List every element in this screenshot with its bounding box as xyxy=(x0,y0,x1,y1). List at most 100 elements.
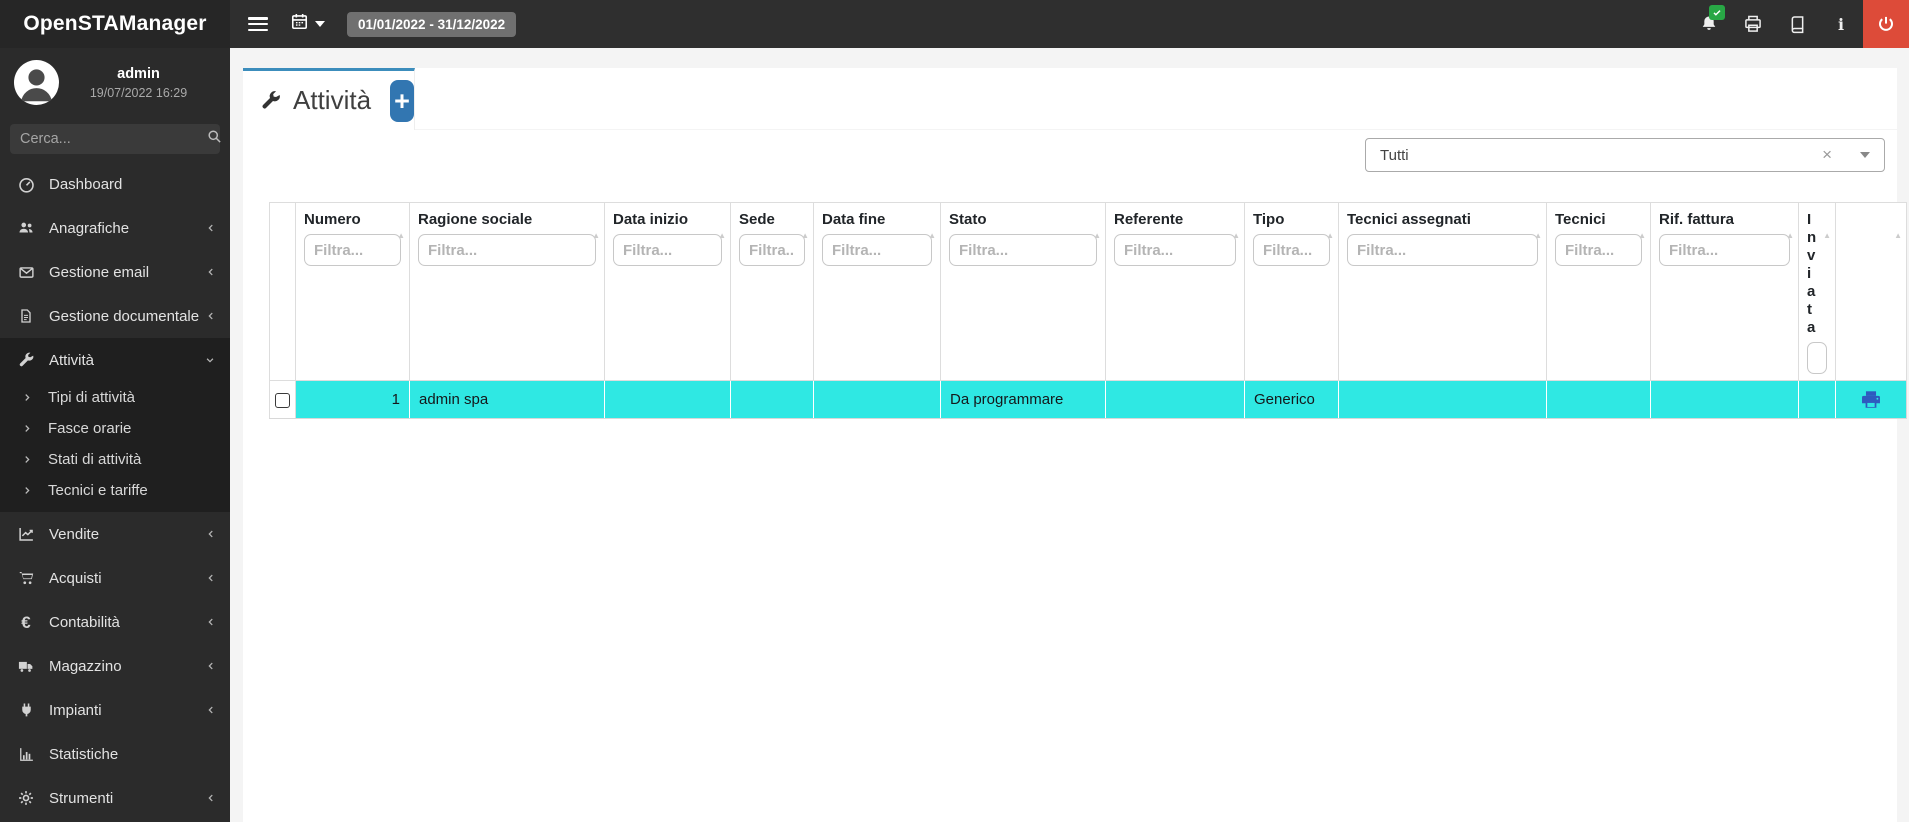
period-picker[interactable] xyxy=(290,12,325,36)
column-header-tecnici_assegnati[interactable]: Tecnici assegnati ▲ xyxy=(1338,202,1547,381)
column-label: Referente xyxy=(1114,211,1184,228)
select-chevron-down-icon xyxy=(1860,152,1870,158)
sidebar-item-contabilita[interactable]: € Contabilità xyxy=(0,600,230,644)
date-range-badge[interactable]: 01/01/2022 - 31/12/2022 xyxy=(347,11,517,37)
cart-icon xyxy=(15,569,37,587)
column-header-actions[interactable]: ▲ xyxy=(1835,202,1907,381)
sidebar-subitem-tecnici-e-tariffe[interactable]: Tecnici e tariffe xyxy=(0,475,230,506)
sidebar-item-label: Attività xyxy=(49,351,95,369)
sidebar-item-label: Contabilità xyxy=(49,613,120,631)
column-label: Rif. fattura xyxy=(1659,211,1734,228)
column-header-rif_fattura[interactable]: Rif. fattura ▲ xyxy=(1650,202,1799,381)
notifications-bell-icon[interactable] xyxy=(1687,0,1731,48)
docs-book-icon[interactable] xyxy=(1775,0,1819,48)
sort-asc-icon: ▲ xyxy=(1232,231,1240,240)
info-icon[interactable]: i xyxy=(1819,0,1863,48)
wrench-icon xyxy=(259,89,282,112)
chevron-left-icon xyxy=(206,572,216,584)
sidebar-item-statistiche[interactable]: Statistiche xyxy=(0,732,230,776)
sidebar-item-anagrafiche[interactable]: Anagrafiche xyxy=(0,206,230,250)
table-row[interactable]: 1 admin spa Da programmare Generico xyxy=(269,380,1907,419)
search-icon[interactable] xyxy=(207,129,222,149)
sidebar-item-vendite[interactable]: Vendite xyxy=(0,512,230,556)
app-logo[interactable]: OpenSTAManager xyxy=(0,0,230,48)
column-label: Tipo xyxy=(1253,211,1285,228)
sidebar-toggle-hamburger-icon[interactable] xyxy=(248,17,268,31)
sidebar-item-impianti[interactable]: Impianti xyxy=(0,688,230,732)
column-header-referente[interactable]: Referente ▲ xyxy=(1105,202,1245,381)
sidebar-item-gestione-email[interactable]: Gestione email xyxy=(0,250,230,294)
filter-input-stato[interactable] xyxy=(949,234,1097,266)
envelope-icon xyxy=(15,264,37,281)
tab-attivita[interactable]: Attività + xyxy=(243,68,415,130)
sidebar-item-strumenti[interactable]: Strumenti xyxy=(0,776,230,820)
attivita-card: Attività + Tutti × Numero▲Ragione social… xyxy=(243,68,1907,822)
sort-asc-icon: ▲ xyxy=(1894,231,1902,240)
sidebar-item-dashboard[interactable]: Dashboard xyxy=(0,162,230,206)
sort-asc-icon: ▲ xyxy=(1823,231,1831,240)
column-header-data_fine[interactable]: Data fine ▲ xyxy=(813,202,941,381)
row-checkbox[interactable] xyxy=(275,392,290,408)
filter-input-ragione_sociale[interactable] xyxy=(418,234,596,266)
column-header-tecnici[interactable]: Tecnici ▲ xyxy=(1546,202,1651,381)
filter-input-referente[interactable] xyxy=(1114,234,1236,266)
chevron-left-icon xyxy=(206,266,216,278)
chevron-down-icon xyxy=(204,355,216,365)
filter-input-inviata[interactable] xyxy=(1807,342,1827,374)
sidebar-item-magazzino[interactable]: Magazzino xyxy=(0,644,230,688)
column-header-ragione_sociale[interactable]: Ragione sociale ▲ xyxy=(409,202,605,381)
column-header-stato[interactable]: Stato ▲ xyxy=(940,202,1106,381)
sidebar-subitem-label: Stati di attività xyxy=(48,451,142,468)
filter-input-data_fine[interactable] xyxy=(822,234,932,266)
filter-input-numero[interactable] xyxy=(304,234,401,266)
print-icon[interactable] xyxy=(1731,0,1775,48)
filter-input-tecnici[interactable] xyxy=(1555,234,1642,266)
sort-asc-icon: ▲ xyxy=(397,231,405,240)
logout-power-icon[interactable] xyxy=(1863,0,1909,48)
row-print-icon[interactable] xyxy=(1859,389,1883,411)
sidebar-item-label: Impianti xyxy=(49,701,102,719)
cell-sede xyxy=(730,380,814,419)
state-filter-select[interactable]: Tutti × xyxy=(1365,138,1885,172)
sort-asc-icon: ▲ xyxy=(1326,231,1334,240)
filter-input-rif_fattura[interactable] xyxy=(1659,234,1790,266)
cell-referente xyxy=(1105,380,1245,419)
sidebar-item-label: Dashboard xyxy=(49,175,123,193)
user-panel: admin 19/07/2022 16:29 xyxy=(0,48,230,115)
chevron-left-icon xyxy=(206,704,216,716)
add-activity-button[interactable]: + xyxy=(390,79,414,122)
sort-asc-icon: ▲ xyxy=(718,231,726,240)
state-filter-value: Tutti xyxy=(1380,146,1409,164)
wrench-icon xyxy=(15,351,37,369)
clear-selection-icon[interactable]: × xyxy=(1816,145,1838,165)
gauge-icon xyxy=(15,175,37,194)
sidebar-item-attivita[interactable]: Attività xyxy=(0,338,230,382)
filter-input-tecnici_assegnati[interactable] xyxy=(1347,234,1538,266)
sidebar-item-acquisti[interactable]: Acquisti xyxy=(0,556,230,600)
column-label: Data fine xyxy=(822,211,886,228)
document-icon xyxy=(15,307,37,325)
filter-input-data_inizio[interactable] xyxy=(613,234,722,266)
filter-input-tipo[interactable] xyxy=(1253,234,1330,266)
column-header-numero[interactable]: Numero ▲ xyxy=(295,202,410,381)
column-header-sede[interactable]: Sede ▲ xyxy=(730,202,814,381)
sidebar-item-label: Anagrafiche xyxy=(49,219,130,237)
column-header-inviata[interactable]: Inviata ▲ xyxy=(1798,202,1836,381)
column-header-data_inizio[interactable]: Data inizio ▲ xyxy=(604,202,731,381)
search-input[interactable] xyxy=(20,131,207,147)
activities-table: Numero ▲ Ragione sociale ▲ Data inizio ▲ Sede ▲… xyxy=(269,202,1907,419)
sidebar-item-gestione-documentale[interactable]: Gestione documentale xyxy=(0,294,230,338)
cell-tecnici_assegnati xyxy=(1338,380,1547,419)
sidebar-item-label: Acquisti xyxy=(49,569,102,587)
sidebar-subitem-fasce-orarie[interactable]: Fasce orarie xyxy=(0,413,230,444)
row-actions-cell xyxy=(1835,380,1907,419)
sidebar-subitem-stati-di-attivita[interactable]: Stati di attività xyxy=(0,444,230,475)
column-label: Data inizio xyxy=(613,211,689,228)
sidebar-subitem-tipi-di-attivita[interactable]: Tipi di attività xyxy=(0,382,230,413)
chevron-right-icon xyxy=(22,485,38,496)
sidebar-item-label: Strumenti xyxy=(49,789,114,807)
cell-numero: 1 xyxy=(295,380,410,419)
cell-tecnici xyxy=(1546,380,1651,419)
filter-input-sede[interactable] xyxy=(739,234,805,266)
column-header-tipo[interactable]: Tipo ▲ xyxy=(1244,202,1339,381)
